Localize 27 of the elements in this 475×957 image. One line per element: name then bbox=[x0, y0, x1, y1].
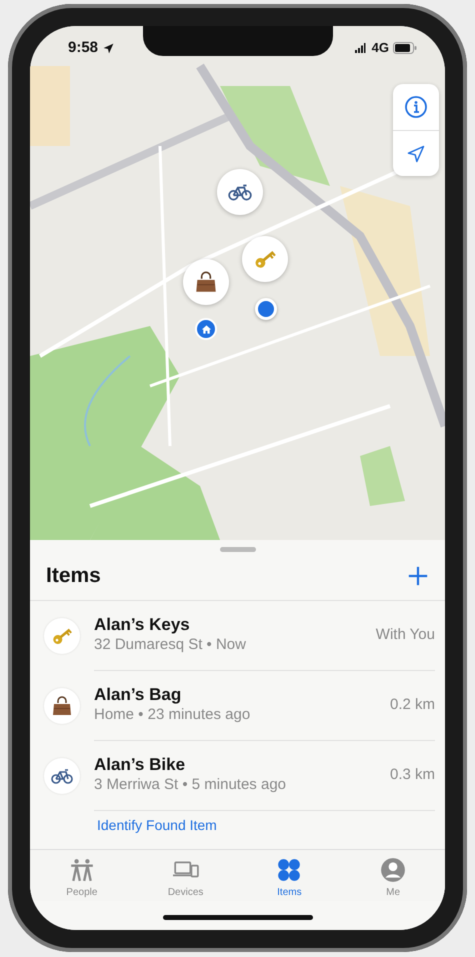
profile-icon bbox=[379, 857, 408, 883]
info-icon bbox=[404, 95, 428, 119]
tab[interactable]: Items bbox=[238, 856, 342, 901]
battery-icon bbox=[393, 42, 417, 54]
item-name: Alan’s Bike bbox=[94, 755, 186, 776]
location-arrow-icon bbox=[406, 144, 426, 164]
item-name: Alan’s Keys bbox=[94, 615, 191, 636]
tab[interactable]: Me bbox=[341, 856, 445, 901]
item-distance: 0.3 km bbox=[390, 764, 435, 785]
item-detail: 32 Dumaresq St • Now bbox=[94, 635, 247, 655]
identify-link[interactable]: Identify Found Item bbox=[30, 810, 445, 836]
item-detail: 3 Merriwa St • 5 minutes ago bbox=[94, 775, 287, 795]
location-arrow-icon bbox=[102, 42, 116, 54]
tab[interactable]: Devices bbox=[134, 856, 238, 901]
item-name: Alan’s Bag bbox=[94, 685, 182, 706]
plus-icon bbox=[407, 564, 429, 587]
item-distance: With You bbox=[376, 624, 435, 645]
handbag-icon bbox=[50, 694, 74, 718]
item-row[interactable]: Alan’s Bike 3 Merriwa St • 5 minutes ago 0.3 km bbox=[30, 740, 445, 810]
status-time: 9:58 bbox=[68, 38, 98, 58]
item-row[interactable]: Alan’s Keys 32 Dumaresq St • Now With You bbox=[30, 600, 445, 670]
sheet-title: Items bbox=[46, 563, 101, 589]
network-label: 4G bbox=[372, 39, 389, 58]
item-detail: Home • 23 minutes ago bbox=[94, 705, 252, 725]
tab[interactable]: People bbox=[30, 856, 134, 901]
item-distance: 0.2 km bbox=[390, 694, 435, 715]
item-row[interactable]: Alan’s Bag Home • 23 minutes ago 0.2 km bbox=[30, 670, 445, 740]
